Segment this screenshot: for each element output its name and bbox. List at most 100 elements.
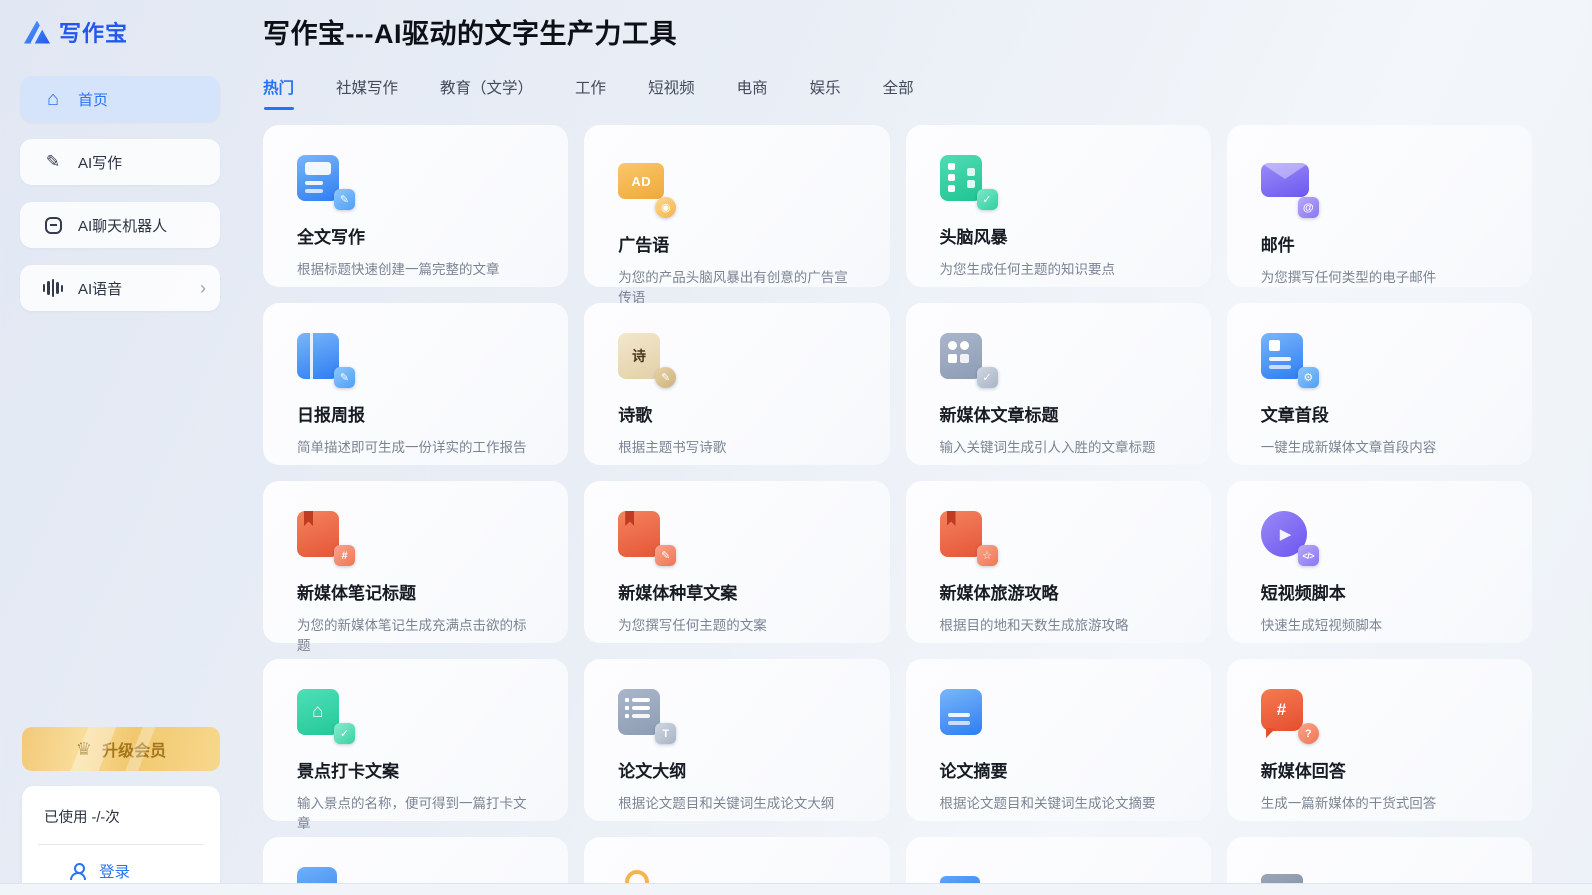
- tab-entertainment[interactable]: 娱乐: [810, 76, 841, 110]
- tool-card-brainstorm[interactable]: ✓ 头脑风暴 为您生成任何主题的知识要点: [905, 125, 1211, 287]
- card-title: 新媒体文章标题: [939, 406, 1059, 425]
- sidebar-nav: ⌂ 首页 ✎ AI写作 AI聊天机器人 AI语音 ›: [20, 76, 220, 311]
- card-desc: 为您撰写任何类型的电子邮件: [1260, 270, 1437, 285]
- sidebar-item-ai-writing[interactable]: ✎ AI写作: [20, 139, 220, 185]
- gear-badge-icon: ⚙: [1297, 367, 1319, 388]
- voice-bars-icon: [42, 279, 64, 297]
- tab-education[interactable]: 教育（文学）: [440, 76, 533, 110]
- upgrade-membership-button[interactable]: ♛ 升级会员: [22, 727, 220, 771]
- chatbot-icon: [42, 216, 64, 234]
- card-desc: 为您生成任何主题的知识要点: [939, 262, 1116, 277]
- card-title: 论文大纲: [618, 762, 687, 781]
- sidebar-item-home[interactable]: ⌂ 首页: [20, 76, 220, 122]
- tab-short-video[interactable]: 短视频: [648, 76, 695, 110]
- tool-card-first-paragraph[interactable]: ⚙ 文章首段 一键生成新媒体文章首段内容: [1226, 303, 1532, 465]
- card-desc: 为您的新媒体笔记生成充满点击欲的标题: [297, 618, 527, 653]
- video-play-code-icon: ▶ </>: [1260, 511, 1319, 566]
- tool-card-ad-slogan[interactable]: AD ◉ 广告语 为您的产品头脑风暴出有创意的广告宣传语: [584, 125, 890, 305]
- card-desc: 根据标题快速创建一篇完整的文章: [297, 262, 500, 277]
- card-title: 短视频脚本: [1260, 584, 1346, 603]
- card-desc: 根据论文题目和关键词生成论文摘要: [939, 796, 1156, 811]
- tab-work[interactable]: 工作: [575, 76, 606, 110]
- card-title: 新媒体笔记标题: [297, 584, 416, 603]
- at-badge-icon: @: [1297, 197, 1319, 218]
- card-desc: 为您的产品头脑风暴出有创意的广告宣传语: [618, 270, 848, 305]
- text-badge-icon: T: [655, 723, 677, 744]
- document-image-pencil-icon: ✎: [297, 155, 355, 210]
- usage-card: 已使用 -/-次 登录: [22, 786, 220, 895]
- ad-wallet-lightbulb-icon: AD ◉: [618, 163, 677, 218]
- landmark-clipboard-check-icon: ⌂ ✓: [297, 689, 355, 744]
- tool-card-note-title[interactable]: # 新媒体笔记标题 为您的新媒体笔记生成充满点击欲的标题: [263, 481, 569, 653]
- clipboard-check-badge-icon: ✓: [334, 723, 355, 744]
- document-lines-icon: [939, 689, 988, 737]
- star-badge-icon: ☆: [976, 545, 998, 566]
- tool-card-scenic-checkin[interactable]: ⌂ ✓ 景点打卡文案 输入景点的名称，便可得到一篇打卡文章: [263, 659, 569, 831]
- home-icon: ⌂: [46, 88, 60, 110]
- tool-card-short-video-script[interactable]: ▶ </> 短视频脚本 快速生成短视频脚本: [1226, 481, 1532, 643]
- pencil-badge-icon: ✎: [334, 367, 355, 388]
- pencil-badge-icon: ✎: [655, 367, 677, 388]
- person-icon: [70, 862, 86, 880]
- card-title: 全文写作: [297, 228, 365, 247]
- tab-social-media[interactable]: 社媒写作: [336, 76, 398, 110]
- tab-ecommerce[interactable]: 电商: [737, 76, 768, 110]
- tool-card-partial-4[interactable]: [1226, 837, 1532, 886]
- sidebar-item-ai-voice[interactable]: AI语音 ›: [20, 265, 220, 311]
- logo-text: 写作宝: [59, 21, 129, 46]
- card-desc: 为您撰写任何主题的文案: [618, 618, 767, 633]
- divider: [38, 844, 204, 845]
- card-title: 广告语: [618, 236, 670, 255]
- envelope-at-icon: @: [1260, 163, 1319, 218]
- tool-card-travel-guide[interactable]: ☆ 新媒体旅游攻略 根据目的地和天数生成旅游攻略: [905, 481, 1211, 643]
- tool-card-email[interactable]: @ 邮件 为您撰写任何类型的电子邮件: [1226, 125, 1532, 287]
- chevron-right-icon: ›: [200, 278, 206, 298]
- bottom-scroll-strip: [0, 883, 1592, 895]
- pencil-badge-icon: ✎: [334, 189, 355, 210]
- code-badge-icon: </>: [1297, 545, 1319, 566]
- card-title: 论文摘要: [939, 762, 1008, 781]
- notebook-pencil-icon: ✎: [297, 333, 355, 388]
- document-gear-icon: ⚙: [1260, 333, 1319, 388]
- tool-card-media-answer[interactable]: # ? 新媒体回答 生成一篇新媒体的干货式回答: [1226, 659, 1532, 821]
- tool-card-thesis-abstract[interactable]: 论文摘要 根据论文题目和关键词生成论文摘要: [905, 659, 1211, 821]
- lightbulb-badge-icon: ◉: [655, 197, 677, 218]
- tool-card-poetry[interactable]: 诗 ✎ 诗歌 根据主题书写诗歌: [584, 303, 890, 465]
- check-badge-icon: ✓: [976, 367, 998, 388]
- tool-card-seeding-copy[interactable]: ✎ 新媒体种草文案 为您撰写任何主题的文案: [584, 481, 890, 643]
- card-desc: 生成一篇新媒体的干货式回答: [1260, 796, 1437, 811]
- tab-hot[interactable]: 热门: [263, 76, 295, 110]
- crown-icon: ♛: [75, 739, 93, 759]
- app-logo[interactable]: 写作宝: [20, 16, 220, 48]
- card-title: 邮件: [1260, 236, 1295, 255]
- mindmap-check-icon: ✓: [939, 155, 998, 210]
- tool-card-thesis-outline[interactable]: T 论文大纲 根据论文题目和关键词生成论文大纲: [584, 659, 890, 821]
- book-hash-icon: #: [297, 511, 355, 566]
- card-desc: 输入关键词生成引人入胜的文章标题: [939, 440, 1156, 455]
- tool-card-media-article-title[interactable]: ✓ 新媒体文章标题 输入关键词生成引人入胜的文章标题: [905, 303, 1211, 465]
- tool-card-full-article[interactable]: ✎ 全文写作 根据标题快速创建一篇完整的文章: [263, 125, 569, 287]
- cards-viewport: ✎ 全文写作 根据标题快速创建一篇完整的文章 AD ◉ 广告语 为您的产品头脑风…: [263, 125, 1532, 886]
- tool-card-partial-3[interactable]: [905, 837, 1211, 886]
- book-brush-icon: ✎: [618, 511, 677, 566]
- cards-grid: ✎ 全文写作 根据标题快速创建一篇完整的文章 AD ◉ 广告语 为您的产品头脑风…: [263, 125, 1532, 886]
- usage-counter: 已使用 -/-次: [44, 810, 120, 826]
- card-desc: 根据目的地和天数生成旅游攻略: [939, 618, 1129, 633]
- tab-all[interactable]: 全部: [883, 76, 914, 110]
- tool-card-partial-1[interactable]: [263, 837, 569, 886]
- upgrade-label: 升级会员: [102, 743, 167, 760]
- card-desc: 快速生成短视频脚本: [1260, 618, 1383, 633]
- document-outline-text-icon: T: [618, 689, 677, 744]
- tool-card-partial-2[interactable]: [584, 837, 890, 886]
- card-title: 头脑风暴: [939, 228, 1008, 247]
- card-desc: 简单描述即可生成一份详实的工作报告: [297, 440, 527, 455]
- poem-scroll-pencil-icon: 诗 ✎: [618, 333, 677, 388]
- card-title: 诗歌: [618, 406, 653, 425]
- login-button[interactable]: 登录: [38, 860, 204, 882]
- card-desc: 输入景点的名称，便可得到一篇打卡文章: [297, 796, 527, 831]
- card-title: 新媒体旅游攻略: [939, 584, 1059, 603]
- login-label: 登录: [99, 864, 131, 881]
- sidebar-item-ai-chatbot[interactable]: AI聊天机器人: [20, 202, 220, 248]
- tool-card-daily-report[interactable]: ✎ 日报周报 简单描述即可生成一份详实的工作报告: [263, 303, 569, 465]
- logo-mark-icon: [24, 20, 50, 44]
